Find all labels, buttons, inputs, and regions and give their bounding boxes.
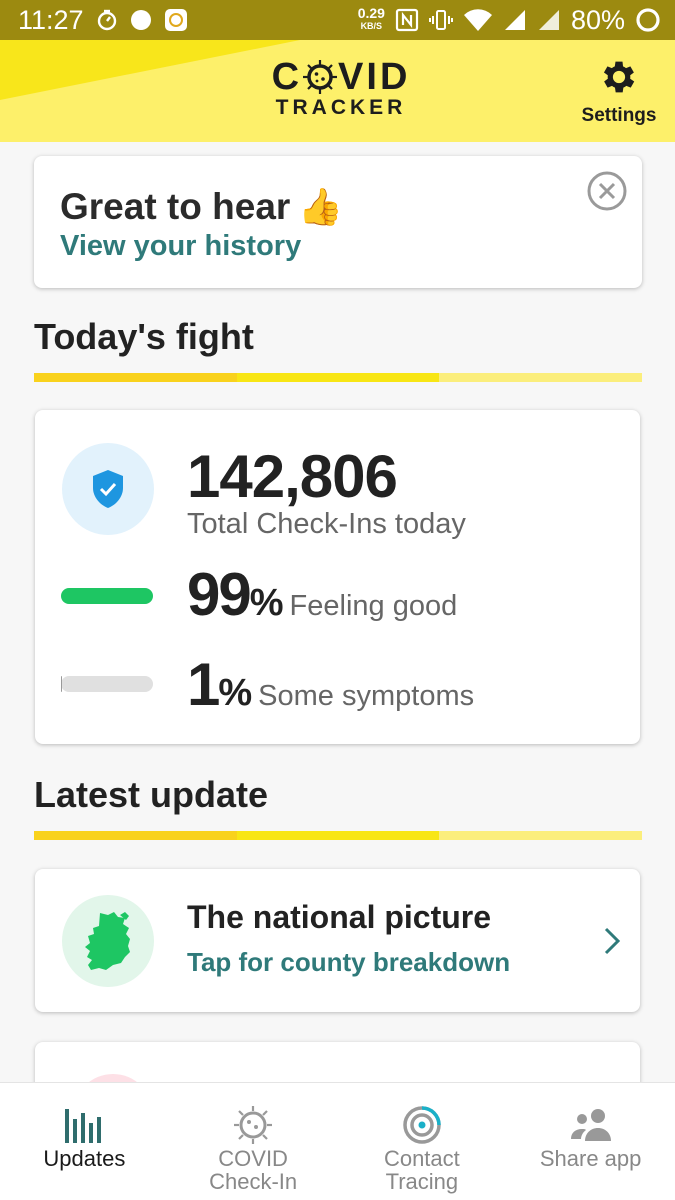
covid-tracker-logo: C VID TRACKER <box>271 56 411 119</box>
map-badge <box>62 895 154 987</box>
latest-update-heading: Latest update <box>34 774 269 815</box>
status-bar: 11:27 0.29 KB/S 80% <box>0 0 675 40</box>
shield-badge <box>62 443 154 535</box>
nav-share-app[interactable]: Share app <box>506 1083 675 1200</box>
virus-icon <box>231 1105 275 1145</box>
contact-tracing-icon <box>400 1105 444 1145</box>
nav-share-app-label: Share app <box>539 1146 642 1171</box>
feeling-good-row: 99 % Feeling good <box>187 560 457 629</box>
nav-contact-tracing-label: Contact Tracing <box>383 1146 460 1194</box>
symptoms-bar <box>61 676 153 692</box>
feedback-card: Great to hear 👍 View your history <box>34 156 642 288</box>
wifi-icon <box>463 8 493 32</box>
feeling-good-value: 99 <box>187 561 252 628</box>
timer-icon <box>96 9 118 31</box>
close-icon[interactable] <box>586 170 628 212</box>
battery-percent: 80% <box>570 4 625 35</box>
total-checkins-value: 142,806 <box>187 443 398 510</box>
symptoms-value: 1 <box>187 651 220 718</box>
status-time: 11:27 <box>18 4 84 35</box>
app-header: C VID TRACKER Settings <box>0 40 675 142</box>
bar-chart-icon <box>62 1105 106 1145</box>
symptoms-row: 1 % Some symptoms <box>187 650 474 719</box>
nav-covid-checkin-label: COVID Check-In <box>209 1146 298 1194</box>
todays-fight-heading: Today's fight <box>34 316 254 357</box>
section-divider <box>34 373 643 382</box>
section-divider-2 <box>34 831 643 840</box>
app-notification-icon <box>164 8 188 32</box>
signal-icon-2 <box>537 8 561 32</box>
feeling-good-bar <box>61 588 153 604</box>
symptoms-percent: % <box>218 672 253 714</box>
virus-logo-icon <box>303 60 338 94</box>
symptoms-bar-fill <box>61 676 62 692</box>
total-checkins-label: Total Check-Ins today <box>187 508 466 540</box>
view-history-link[interactable]: View your history <box>60 230 301 263</box>
shield-check-icon <box>93 470 123 508</box>
chevron-right-icon <box>604 927 621 955</box>
vibrate-icon <box>428 8 453 32</box>
feedback-title: Great to hear 👍 <box>60 186 344 227</box>
national-picture-card[interactable]: The national picture Tap for county brea… <box>35 869 640 1012</box>
network-speed: 0.29 KB/S <box>357 5 385 31</box>
national-picture-title: The national picture <box>187 899 492 935</box>
feeling-good-label: Feeling good <box>289 590 458 622</box>
county-breakdown-link: Tap for county breakdown <box>187 947 511 977</box>
people-icon <box>569 1105 613 1145</box>
battery-icon <box>635 7 661 33</box>
settings-label: Settings <box>581 105 657 126</box>
gear-icon <box>603 61 635 93</box>
nav-contact-tracing[interactable]: Contact Tracing <box>338 1083 507 1200</box>
symptoms-label: Some symptoms <box>258 680 475 712</box>
feeling-good-percent: % <box>249 582 284 624</box>
settings-button[interactable]: Settings <box>581 56 657 127</box>
nav-updates[interactable]: Updates <box>0 1083 169 1200</box>
bottom-navigation: Updates COVID Check-In Contact Tracing S… <box>0 1082 675 1200</box>
signal-icon <box>503 8 527 32</box>
ireland-map-icon <box>85 912 130 970</box>
nav-updates-label: Updates <box>43 1146 126 1171</box>
thumbs-up-icon: 👍 <box>298 186 344 227</box>
nav-covid-checkin[interactable]: COVID Check-In <box>169 1083 338 1200</box>
todays-fight-card: 142,806 Total Check-Ins today 99 % Feeli… <box>35 410 640 744</box>
circle-notification-icon <box>130 9 152 31</box>
nfc-icon <box>395 8 419 32</box>
